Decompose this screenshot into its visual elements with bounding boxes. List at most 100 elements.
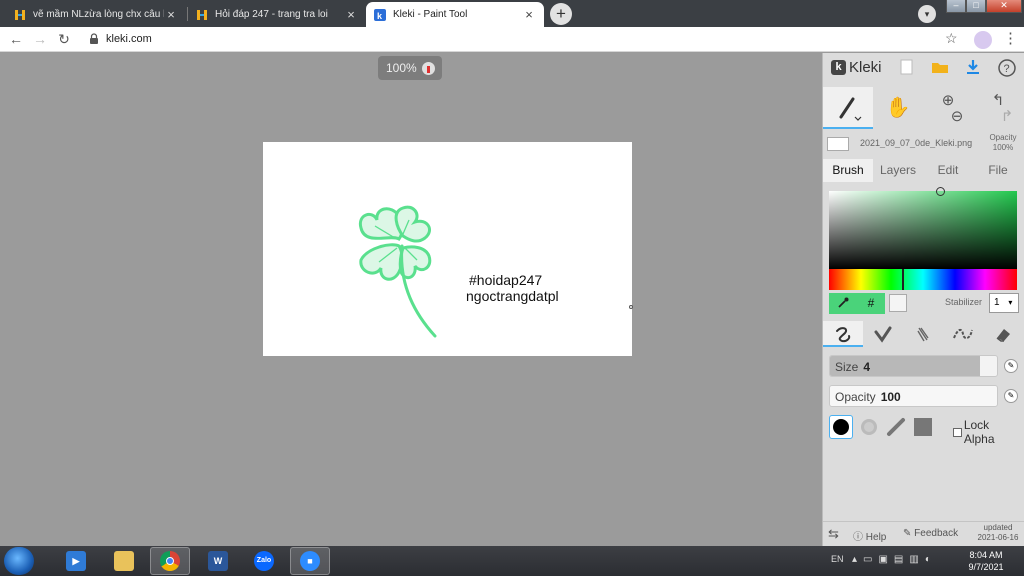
- color-controls: # Stabilizer 1 ▾: [829, 293, 1021, 315]
- opacity-slider[interactable]: Opacity 100: [829, 385, 998, 407]
- new-tab-button[interactable]: +: [550, 3, 572, 25]
- hand-tool-icon[interactable]: ✋: [873, 87, 923, 129]
- tab-search-icon[interactable]: ▾: [918, 5, 936, 23]
- square-tip-icon[interactable]: [911, 415, 935, 439]
- system-clock[interactable]: 8:04 AM 9/7/2021: [964, 549, 1008, 573]
- soft-tip-icon[interactable]: [857, 415, 881, 439]
- taskbar-chrome[interactable]: [150, 547, 190, 575]
- new-image-icon[interactable]: [897, 59, 917, 79]
- url-text[interactable]: kleki.com: [106, 33, 152, 45]
- update-info: updated 2021-06-16: [975, 523, 1021, 543]
- secondary-color-swatch[interactable]: [889, 294, 907, 312]
- sketchy-brush-icon[interactable]: [903, 321, 943, 347]
- start-button-icon[interactable]: [4, 547, 34, 575]
- taskbar-word[interactable]: W: [198, 547, 238, 575]
- checkbox-icon[interactable]: [953, 427, 962, 437]
- download-icon[interactable]: [963, 59, 983, 79]
- tab-layers[interactable]: Layers: [873, 159, 923, 182]
- maximize-button[interactable]: □: [966, 0, 986, 13]
- blend-brush-icon[interactable]: [863, 321, 903, 347]
- tab-file[interactable]: File: [973, 159, 1023, 182]
- reload-icon[interactable]: ↻: [55, 30, 73, 48]
- close-tab-icon[interactable]: ×: [522, 7, 536, 22]
- layer-thumbnail: [827, 137, 849, 151]
- back-arrow-icon[interactable]: ←: [7, 30, 25, 48]
- brush-tool-icon[interactable]: [823, 87, 873, 129]
- round-tip-icon[interactable]: [829, 415, 853, 439]
- open-folder-icon[interactable]: [930, 59, 950, 79]
- tab-title: vẽ mầm NLzừa lòng chx câu hỏi: [33, 9, 164, 20]
- help-circle-icon: ⓘ: [853, 532, 863, 543]
- size-pressure-icon[interactable]: ✎: [1004, 359, 1018, 373]
- pixel-brush-icon[interactable]: [943, 321, 983, 347]
- folder-icon: [114, 551, 134, 571]
- chisel-tip-icon[interactable]: [884, 415, 908, 439]
- color-saturation-field[interactable]: [829, 187, 1017, 269]
- browser-menu-icon[interactable]: ⋮: [1003, 29, 1018, 47]
- tab-edit[interactable]: Edit: [923, 159, 973, 182]
- svg-text:?: ?: [1004, 63, 1010, 75]
- stabilizer-value: 1: [994, 297, 1000, 308]
- history-tools: ↰ ↱: [973, 87, 1023, 129]
- tab-1[interactable]: vẽ mầm NLzừa lòng chx câu hỏi ×: [6, 2, 186, 27]
- address-bar: ← → ↻ kleki.com ☆ ⋮: [0, 27, 1024, 52]
- panel-footer: ⇆ ⓘ Help ✎ Feedback updated 2021-06-16: [823, 521, 1024, 546]
- redo-icon[interactable]: ↱: [1001, 108, 1014, 125]
- system-tray-icons[interactable]: ▴▭▣▤▥◐: [852, 554, 937, 565]
- close-tab-icon[interactable]: ×: [344, 7, 358, 22]
- file-name: 2021_09_07_0de_Kleki.png: [860, 138, 973, 148]
- help-icon[interactable]: ?: [997, 59, 1017, 79]
- eraser-icon[interactable]: [983, 321, 1023, 347]
- zoom-in-icon[interactable]: ⊕: [942, 92, 955, 109]
- four-leaf-clover-drawing: [358, 205, 437, 338]
- feedback-label: Feedback: [914, 528, 959, 539]
- hue-marker[interactable]: [902, 269, 904, 290]
- zoom-out-icon[interactable]: ⊖: [951, 108, 964, 125]
- close-tab-icon[interactable]: ×: [164, 7, 178, 22]
- lock-icon[interactable]: [90, 33, 98, 44]
- zoom-indicator[interactable]: 100%: [378, 56, 442, 80]
- layer-opacity-info: Opacity 100%: [985, 133, 1021, 153]
- hue-slider[interactable]: [829, 269, 1017, 290]
- canvas-workspace[interactable]: 100% #hoidap247 ngoctrangdatpl: [0, 53, 822, 546]
- panel-tabs: Brush Layers Edit File: [823, 159, 1024, 182]
- taskbar-zalo[interactable]: Zalo: [244, 547, 284, 575]
- tab-2[interactable]: Hỏi đáp 247 - trang tra loi ×: [188, 2, 366, 27]
- size-slider[interactable]: Size 4: [829, 355, 998, 377]
- forward-arrow-icon[interactable]: →: [31, 30, 49, 48]
- taskbar-zoom[interactable]: ■: [290, 547, 330, 575]
- bookmark-star-icon[interactable]: ☆: [945, 30, 958, 47]
- canvas-text-author: ngoctrangdatpl: [466, 288, 559, 304]
- kleki-favicon-icon: k: [374, 8, 386, 21]
- help-link[interactable]: ⓘ Help: [853, 528, 886, 543]
- color-field-marker[interactable]: [936, 187, 945, 196]
- tab-brush[interactable]: Brush: [823, 159, 873, 182]
- tab-3[interactable]: k Kleki - Paint Tool ×: [366, 2, 544, 27]
- undo-icon[interactable]: ↰: [992, 92, 1005, 109]
- taskbar-file-explorer[interactable]: [104, 547, 144, 575]
- stabilizer-select[interactable]: 1 ▾: [989, 293, 1019, 313]
- close-window-button[interactable]: ✕: [986, 0, 1022, 13]
- media-player-icon: ▶: [66, 551, 86, 571]
- hex-input-button[interactable]: #: [857, 293, 885, 314]
- lock-alpha-checkbox[interactable]: Lock Alpha: [953, 418, 1021, 446]
- feedback-link[interactable]: ✎ Feedback: [903, 528, 958, 539]
- eyedropper-icon[interactable]: [829, 293, 857, 314]
- taskbar-media-player[interactable]: ▶: [56, 547, 96, 575]
- pen-brush-icon[interactable]: [823, 321, 863, 347]
- language-indicator[interactable]: EN: [831, 554, 844, 564]
- hoidap-favicon-icon: [196, 9, 208, 21]
- profile-avatar-icon[interactable]: [974, 31, 992, 49]
- opacity-pressure-icon[interactable]: ✎: [1004, 389, 1018, 403]
- minimize-button[interactable]: –: [946, 0, 966, 13]
- layer-opacity-value: 100%: [992, 143, 1014, 152]
- brush-opacity-label: Opacity: [835, 390, 876, 404]
- brush-cursor: [629, 305, 633, 309]
- swap-sides-icon[interactable]: ⇆: [828, 526, 839, 542]
- tool-row: ✋ ⊕ ⊖ ↰ ↱: [823, 87, 1024, 131]
- brush-opacity-value: 100: [880, 390, 901, 404]
- updated-label: updated: [983, 523, 1013, 532]
- browser-tab-bar: vẽ mầm NLzừa lòng chx câu hỏi × Hỏi đáp …: [0, 0, 1024, 27]
- drawing-canvas[interactable]: #hoidap247 ngoctrangdatpl: [263, 142, 633, 356]
- windows-taskbar: ▶ W Zalo ■ EN ▴▭▣▤▥◐ 8:04 AM 9/7/2021: [0, 546, 1024, 576]
